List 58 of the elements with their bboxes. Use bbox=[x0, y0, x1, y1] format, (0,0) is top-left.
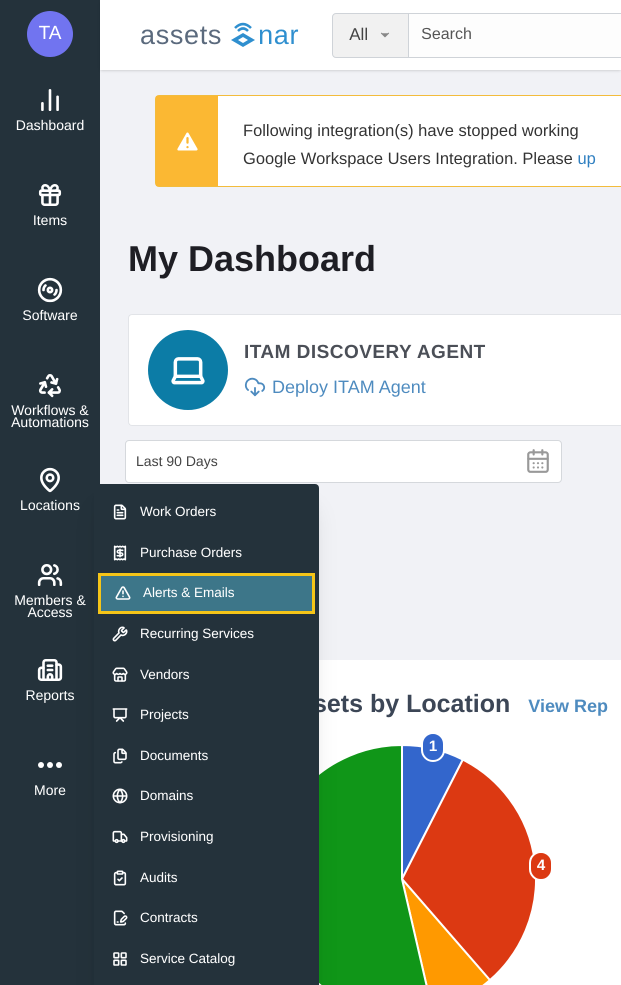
calendar-icon bbox=[525, 448, 551, 474]
disc-icon bbox=[37, 277, 63, 303]
date-range-field[interactable]: Last 90 Days bbox=[125, 440, 562, 482]
deploy-link[interactable]: Deploy ITAM Agent bbox=[244, 374, 486, 401]
nav-item[interactable]: Workflows & Automations bbox=[0, 372, 100, 457]
menu-item[interactable]: Recurring Services bbox=[98, 614, 315, 654]
truck-icon bbox=[112, 829, 128, 846]
menu-item[interactable]: Contracts bbox=[98, 898, 315, 939]
grid-icon bbox=[112, 950, 128, 967]
dots-icon bbox=[38, 762, 62, 768]
slice-label: 1 bbox=[421, 732, 445, 762]
menu-item[interactable]: Documents bbox=[98, 736, 315, 776]
store-icon bbox=[112, 666, 128, 683]
page-title: My Dashboard bbox=[128, 237, 378, 281]
alert-text: Google Workspace Users Integration. Please up bbox=[243, 149, 596, 170]
logo-icon bbox=[229, 20, 258, 50]
menu-item[interactable]: Provisioning bbox=[98, 816, 315, 858]
nav-item[interactable]: Software bbox=[0, 277, 100, 362]
files-icon bbox=[112, 748, 128, 764]
menu-item[interactable]: Audits bbox=[98, 857, 315, 898]
menu-item[interactable]: Domains bbox=[98, 776, 315, 817]
cloud-download-icon bbox=[244, 376, 266, 398]
receipt-icon bbox=[112, 544, 128, 561]
menu-item[interactable]: Service Catalog bbox=[98, 938, 315, 980]
recycle-icon bbox=[37, 372, 63, 398]
agent-title: ITAM DISCOVERY AGENT bbox=[244, 341, 486, 366]
building-icon bbox=[37, 657, 63, 683]
nav-item[interactable]: Members & Access bbox=[0, 562, 100, 647]
menu-item[interactable]: Projects bbox=[98, 694, 315, 736]
board-icon bbox=[112, 707, 128, 724]
menu-item[interactable]: Alerts & Emails bbox=[98, 573, 315, 614]
tools-icon bbox=[112, 626, 128, 642]
search-field[interactable]: Search bbox=[409, 12, 621, 58]
alert-text: Following integration(s) have stopped working bbox=[243, 121, 580, 142]
slice-label: 4 bbox=[529, 851, 553, 881]
warning-icon bbox=[115, 585, 131, 602]
logo-text: nar bbox=[258, 18, 300, 52]
document-icon bbox=[112, 504, 128, 520]
nav-item[interactable]: Dashboard bbox=[0, 87, 100, 172]
scope-dropdown[interactable]: All bbox=[332, 12, 410, 58]
menu-item[interactable]: Vendors bbox=[98, 654, 315, 695]
menu-item[interactable]: Work Orders bbox=[98, 492, 315, 533]
view-report-link[interactable]: View Rep bbox=[528, 692, 608, 720]
user-avatar[interactable]: TA bbox=[27, 11, 73, 57]
nav-item[interactable]: Reports bbox=[0, 657, 100, 742]
menu-item[interactable]: Purchase Orders bbox=[98, 532, 315, 574]
search-bar[interactable]: All Search bbox=[332, 12, 621, 58]
clipboard-check-icon bbox=[112, 870, 128, 886]
signed-document-icon bbox=[112, 910, 128, 926]
gift-box-icon bbox=[37, 182, 63, 208]
map-pin-icon bbox=[37, 467, 63, 493]
people-icon bbox=[37, 562, 63, 588]
nav-item[interactable]: Items bbox=[0, 182, 100, 267]
nav-item[interactable]: Locations bbox=[0, 467, 100, 552]
nav-item[interactable]: More bbox=[0, 752, 100, 837]
alert-link[interactable]: up bbox=[577, 150, 596, 168]
logo-text: assets bbox=[140, 18, 222, 52]
globe-icon bbox=[112, 788, 128, 804]
